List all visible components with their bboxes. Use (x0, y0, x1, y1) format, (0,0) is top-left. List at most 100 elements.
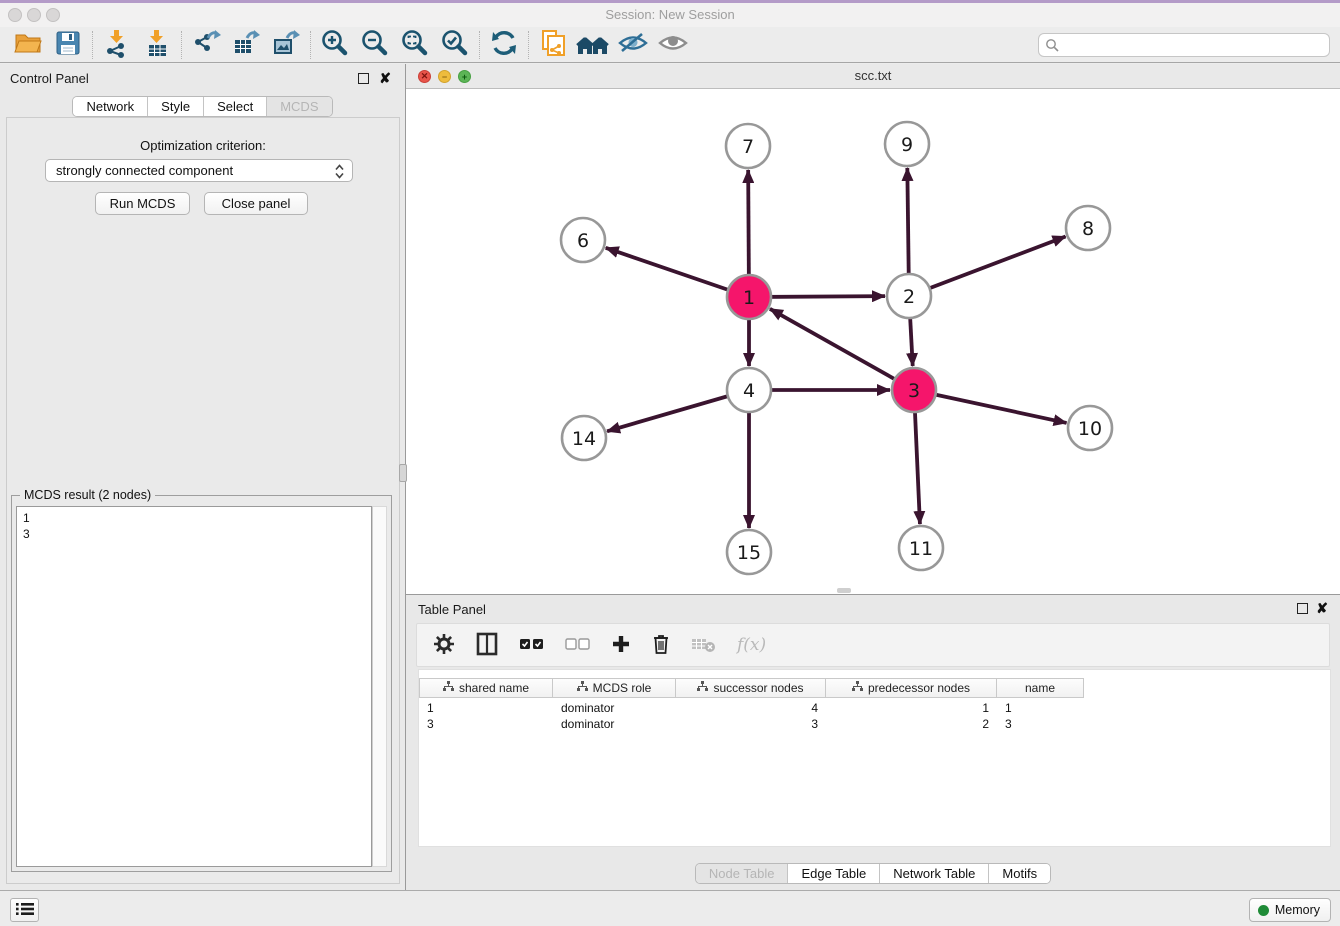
home-button[interactable] (573, 29, 613, 61)
table-settings-button[interactable] (433, 631, 455, 659)
table-tabs: Node TableEdge TableNetwork TableMotifs (406, 863, 1340, 884)
hide-details-button[interactable] (613, 29, 653, 61)
svg-text:6: 6 (577, 230, 589, 252)
result-item[interactable]: 3 (23, 526, 365, 542)
zoom-selected-button[interactable] (435, 29, 475, 61)
column-header-name[interactable]: name (997, 678, 1084, 698)
delete-column-button[interactable] (651, 631, 671, 659)
table-cell[interactable]: 2 (826, 716, 997, 732)
result-scrollbar[interactable] (372, 506, 387, 867)
network-canvas[interactable]: 7 9 6 8 1 2 4 3 14 10 15 11 (406, 89, 1340, 594)
deselect-all-rows-button[interactable] (565, 631, 591, 659)
tab-network[interactable]: Network (73, 97, 147, 116)
graph-edge-2-8[interactable] (909, 237, 1066, 296)
graph-node-10[interactable]: 10 (1068, 406, 1112, 450)
svg-text:10: 10 (1078, 418, 1102, 440)
column-header-successor-nodes[interactable]: successor nodes (676, 678, 826, 698)
graph-node-6[interactable]: 6 (561, 218, 605, 262)
table-cell[interactable]: dominator (553, 700, 676, 716)
network-minimize-button[interactable]: − (438, 70, 451, 83)
import-network-button[interactable] (97, 29, 137, 61)
search-input[interactable] (1038, 33, 1330, 57)
graph-node-4[interactable]: 4 (727, 368, 771, 412)
table-cell[interactable]: 1 (997, 700, 1084, 716)
table-tab-node-table[interactable]: Node Table (696, 864, 788, 883)
graph-node-14[interactable]: 14 (562, 416, 606, 460)
open-session-button[interactable] (8, 29, 48, 61)
table-cell[interactable]: 4 (676, 700, 826, 716)
save-session-button[interactable] (48, 29, 88, 61)
graph-node-2[interactable]: 2 (887, 274, 931, 318)
table-cell[interactable]: dominator (553, 716, 676, 732)
network-file-button[interactable] (533, 29, 573, 61)
task-history-button[interactable] (10, 898, 39, 922)
tab-select[interactable]: Select (203, 97, 266, 116)
float-panel-icon[interactable] (358, 73, 369, 84)
tab-style[interactable]: Style (147, 97, 203, 116)
toolbar-separator (181, 31, 182, 59)
tab-mcds[interactable]: MCDS (266, 97, 331, 116)
network-close-button[interactable]: ✕ (418, 70, 431, 83)
run-mcds-button[interactable]: Run MCDS (95, 192, 190, 215)
graph-node-11[interactable]: 11 (899, 526, 943, 570)
graph-node-9[interactable]: 9 (885, 122, 929, 166)
zoom-out-button[interactable] (355, 29, 395, 61)
close-table-panel-icon[interactable]: ✘ (1316, 599, 1328, 617)
graph-node-3[interactable]: 3 (892, 368, 936, 412)
result-item[interactable]: 1 (23, 510, 365, 526)
table-cell[interactable]: 3 (419, 716, 553, 732)
show-details-button[interactable] (653, 29, 693, 61)
mcds-result-list[interactable]: 13 (16, 506, 372, 867)
graph-node-8[interactable]: 8 (1066, 206, 1110, 250)
graph-node-1[interactable]: 1 (727, 275, 771, 319)
table-panel: Table Panel ✘ f(x) shared nameMCDS roles… (406, 594, 1340, 890)
delete-table-button[interactable] (691, 631, 717, 659)
table-cell[interactable]: 3 (997, 716, 1084, 732)
column-header-predecessor-nodes[interactable]: predecessor nodes (826, 678, 997, 698)
table-cell[interactable]: 1 (826, 700, 997, 716)
trash-icon (651, 633, 671, 658)
column-header-shared-name[interactable]: shared name (419, 678, 553, 698)
graph-node-15[interactable]: 15 (727, 530, 771, 574)
table-tab-edge-table[interactable]: Edge Table (787, 864, 879, 883)
optimization-dropdown[interactable]: strongly connected component (45, 159, 353, 182)
memory-button[interactable]: Memory (1249, 898, 1331, 922)
table-tab-network-table[interactable]: Network Table (879, 864, 988, 883)
show-columns-button[interactable] (475, 631, 499, 659)
close-panel-icon[interactable]: ✘ (379, 69, 391, 87)
float-table-panel-icon[interactable] (1297, 603, 1308, 614)
close-panel-button[interactable]: Close panel (204, 192, 308, 215)
dropdown-value: strongly connected component (56, 163, 233, 178)
zoom-in-button[interactable] (315, 29, 355, 61)
zoom-fit-button[interactable] (395, 29, 435, 61)
canvas-scrollbar-thumb[interactable] (837, 588, 851, 593)
table-cell[interactable]: 1 (419, 700, 553, 716)
toolbar-separator (528, 31, 529, 59)
function-builder-button[interactable]: f(x) (737, 631, 766, 659)
column-header-MCDS-role[interactable]: MCDS role (553, 678, 676, 698)
select-all-rows-button[interactable] (519, 631, 545, 659)
add-column-button[interactable] (611, 631, 631, 659)
panel-splitter-grip[interactable] (399, 464, 407, 482)
export-image-button[interactable] (266, 29, 306, 61)
network-maximize-button[interactable]: + (458, 70, 471, 83)
mcds-tab-content: Optimization criterion: strongly connect… (6, 117, 400, 884)
graph-edge-3-1[interactable] (770, 309, 914, 390)
refresh-button[interactable] (484, 29, 524, 61)
export-network-button[interactable] (186, 29, 226, 61)
network-window-title: scc.txt (406, 64, 1340, 88)
table-row[interactable]: 1dominator411 (419, 700, 1084, 716)
title-bar: Session: New Session (0, 3, 1340, 27)
table-tab-motifs[interactable]: Motifs (988, 864, 1050, 883)
minimize-window-button[interactable] (27, 8, 41, 22)
close-window-button[interactable] (8, 8, 22, 22)
import-table-button[interactable] (137, 29, 177, 61)
window-controls[interactable] (8, 8, 65, 27)
graph-edge-3-10[interactable] (914, 390, 1067, 423)
table-cell[interactable]: 3 (676, 716, 826, 732)
table-row[interactable]: 3dominator323 (419, 716, 1084, 732)
svg-text:4: 4 (743, 380, 755, 402)
zoom-window-button[interactable] (46, 8, 60, 22)
graph-node-7[interactable]: 7 (726, 124, 770, 168)
export-table-button[interactable] (226, 29, 266, 61)
